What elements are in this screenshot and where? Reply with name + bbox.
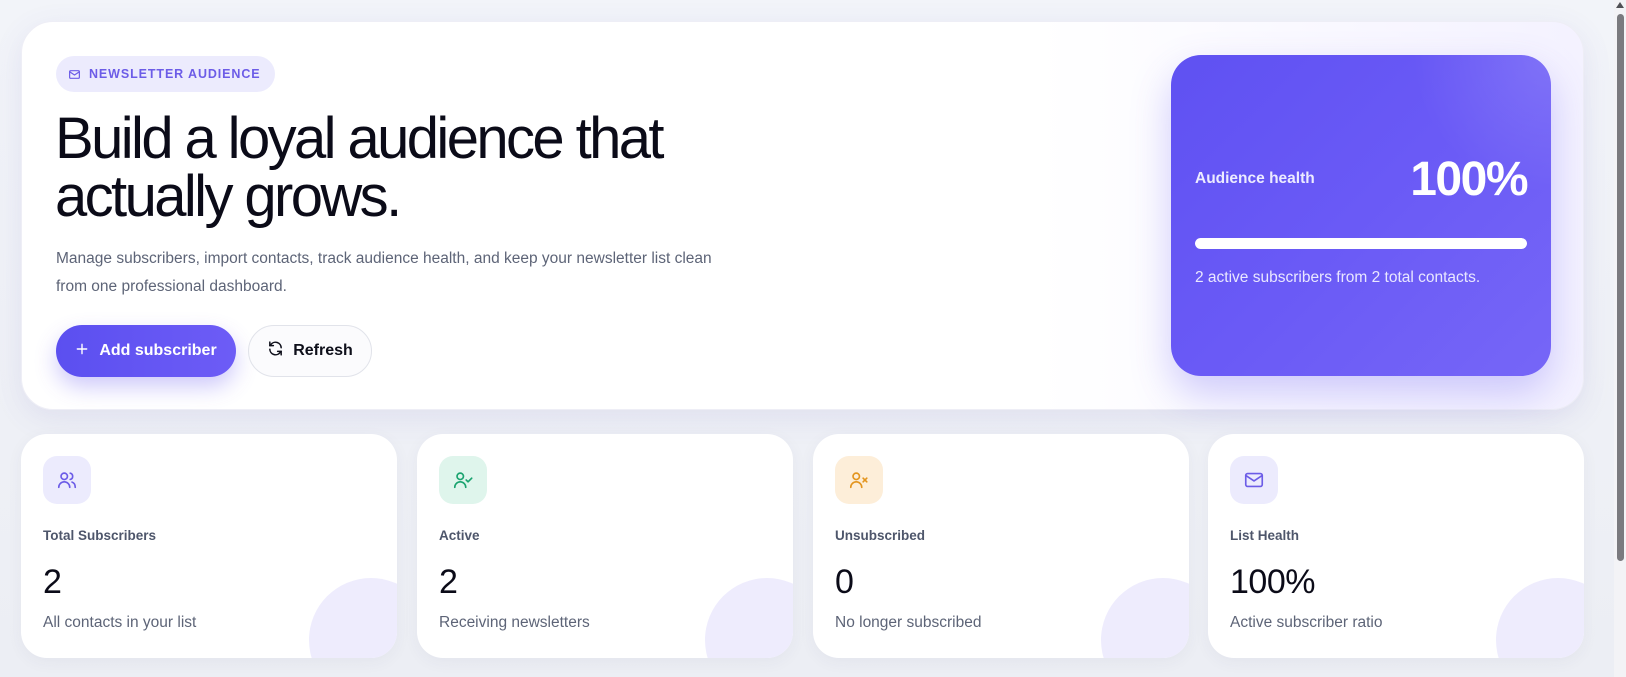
refresh-label: Refresh (293, 342, 353, 359)
page-scrollbar[interactable] (1614, 0, 1626, 677)
add-subscriber-button[interactable]: Add subscriber (56, 325, 236, 377)
users-icon (43, 456, 91, 504)
user-check-icon (439, 456, 487, 504)
decorative-circle (1496, 578, 1584, 658)
audience-health-value: 100% (1410, 153, 1528, 206)
hero-description: Manage subscribers, import contacts, tra… (56, 250, 712, 295)
stat-label: Active (439, 528, 480, 543)
headline-line-2: actually grows. (55, 164, 402, 229)
mail-icon (1230, 456, 1278, 504)
plus-icon (75, 342, 89, 361)
page-headline: Build a loyal audience that actually gro… (55, 110, 755, 226)
refresh-icon (267, 340, 284, 362)
stat-value: 0 (835, 563, 854, 601)
mail-icon (68, 68, 81, 81)
stat-card-active: Active 2 Receiving newsletters (417, 434, 793, 658)
decorative-circle (1101, 578, 1189, 658)
refresh-button[interactable]: Refresh (248, 325, 372, 377)
decorative-circle (309, 578, 397, 658)
stat-label: Total Subscribers (43, 528, 157, 543)
stat-card-list-health: List Health 100% Active subscriber ratio (1208, 434, 1584, 658)
user-x-icon (835, 456, 883, 504)
stat-value: 100% (1230, 563, 1315, 601)
stat-card-unsubscribed: Unsubscribed 0 No longer subscribed (813, 434, 1189, 658)
progress-fill (1195, 238, 1527, 249)
hero-panel: NEWSLETTER AUDIENCE Build a loyal audien… (21, 21, 1584, 410)
stat-value: 2 (439, 563, 458, 601)
audience-health-title: Audience health (1195, 170, 1315, 187)
stat-label: List Health (1230, 528, 1300, 543)
stat-description: Active subscriber ratio (1230, 614, 1383, 631)
stat-description: Receiving newsletters (439, 614, 590, 631)
stat-card-total-subscribers: Total Subscribers 2 All contacts in your… (21, 434, 397, 658)
decorative-circle (705, 578, 793, 658)
stat-description: All contacts in your list (43, 614, 197, 631)
stat-value: 2 (43, 563, 62, 601)
section-badge: NEWSLETTER AUDIENCE (56, 56, 275, 92)
scrollbar-thumb[interactable] (1617, 14, 1624, 561)
scroll-up-arrow-icon[interactable] (1616, 2, 1624, 8)
audience-health-card: Audience health 100% 2 active subscriber… (1171, 55, 1551, 376)
badge-label: NEWSLETTER AUDIENCE (89, 67, 261, 81)
add-subscriber-label: Add subscriber (99, 342, 217, 359)
audience-health-progress (1195, 238, 1527, 249)
stat-label: Unsubscribed (835, 528, 926, 543)
stat-description: No longer subscribed (835, 614, 982, 631)
audience-health-note: 2 active subscribers from 2 total contac… (1195, 269, 1481, 286)
headline-line-1: Build a loyal audience that (55, 106, 665, 171)
